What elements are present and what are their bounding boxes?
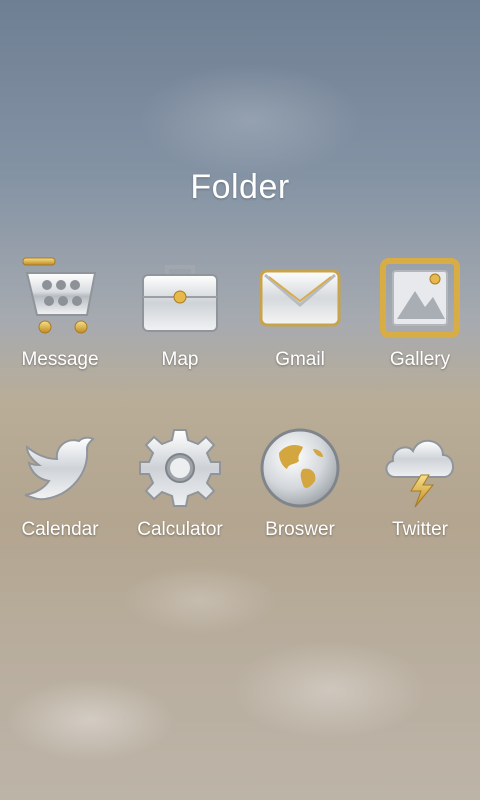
app-label: Broswer [265, 519, 335, 540]
app-label: Gmail [275, 349, 325, 370]
app-row: Calendar Calculator Broswer Twitter [0, 425, 480, 595]
app-label: Calculator [137, 519, 223, 540]
folder-title[interactable]: Folder [0, 168, 480, 207]
app-label: Twitter [392, 519, 448, 540]
globe-icon [257, 425, 343, 511]
envelope-icon [257, 255, 343, 341]
briefcase-icon [137, 255, 223, 341]
shopping-cart-icon [17, 255, 103, 341]
app-label: Gallery [389, 349, 451, 370]
app-label: Map [161, 349, 199, 370]
storm-cloud-icon [377, 425, 463, 511]
app-label: Calendar [21, 519, 99, 540]
app-label: Message [21, 349, 99, 370]
app-calendar[interactable]: Calendar [0, 425, 120, 595]
app-row: Message Map Gmail Gallery [0, 255, 480, 425]
app-message[interactable]: Message [0, 255, 120, 425]
app-gallery[interactable]: Gallery [360, 255, 480, 425]
app-twitter[interactable]: Twitter [360, 425, 480, 595]
app-grid: Message Map Gmail Gallery Calendar Calcu… [0, 255, 480, 595]
app-gmail[interactable]: Gmail [240, 255, 360, 425]
picture-frame-icon [377, 255, 463, 341]
gear-icon [137, 425, 223, 511]
app-map[interactable]: Map [120, 255, 240, 425]
app-calculator[interactable]: Calculator [120, 425, 240, 595]
app-broswer[interactable]: Broswer [240, 425, 360, 595]
bird-icon [17, 425, 103, 511]
